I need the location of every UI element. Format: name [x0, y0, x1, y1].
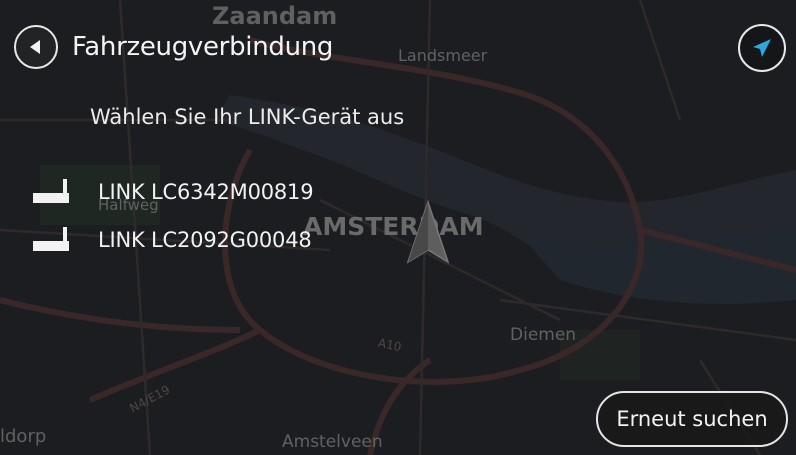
- link-device-icon: [33, 227, 69, 251]
- device-label: LINK LC2092G00048: [98, 228, 312, 252]
- back-arrow-icon: [30, 40, 40, 54]
- device-label: LINK LC6342M00819: [98, 180, 314, 204]
- device-item-lc6342m00819[interactable]: LINK LC6342M00819: [32, 168, 314, 216]
- navigation-arrow-icon: [753, 39, 771, 57]
- device-list: LINK LC6342M00819 LINK LC2092G00048: [32, 168, 314, 264]
- link-device-icon: [33, 179, 69, 203]
- back-button[interactable]: [14, 25, 58, 69]
- header: Fahrzeugverbindung: [14, 24, 333, 70]
- screen: Zaandam Landsmeer Halfweg AMSTERDAM Diem…: [0, 0, 796, 455]
- device-item-lc2092g00048[interactable]: LINK LC2092G00048: [32, 216, 313, 264]
- page-title: Fahrzeugverbindung: [72, 32, 334, 62]
- search-again-button[interactable]: Erneut suchen: [596, 391, 788, 447]
- navigation-button[interactable]: [738, 24, 786, 72]
- instruction-text: Wählen Sie Ihr LINK-Gerät aus: [90, 105, 405, 129]
